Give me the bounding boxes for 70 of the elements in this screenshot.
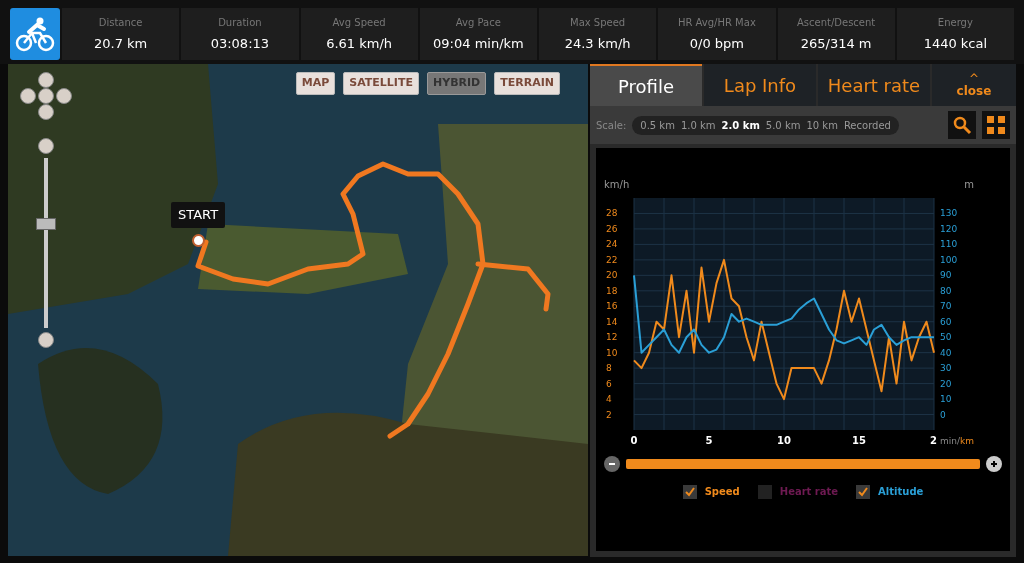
speed-tick: 16 [606,301,618,312]
altitude-tick: 70 [940,301,952,312]
scale-option[interactable]: Recorded [843,117,891,133]
speed-tick: 18 [606,285,618,296]
altitude-axis-label: m [964,179,974,190]
speed-tick: 12 [606,332,618,343]
speed-tick: 22 [606,254,618,265]
altitude-tick: 80 [940,285,952,296]
stat-value: 03:08:13 [210,34,270,53]
panel-tab[interactable]: Profile [590,64,702,106]
stat-label: Energy [937,15,973,30]
stat-label: Distance [98,15,143,30]
speed-tick: 8 [606,363,612,374]
altitude-tick: 120 [940,223,958,234]
legend-label: Speed [704,485,740,499]
speed-tick: 28 [606,208,618,219]
start-label: START [171,202,226,228]
scale-label: Scale: [596,118,627,133]
scale-option[interactable]: 10 km [806,117,838,133]
map-type-button[interactable]: MAP [295,72,336,95]
speed-tick: 6 [606,378,612,389]
speed-tick: 14 [606,316,618,327]
stat-label: Ascent/Descent [796,15,876,30]
scale-option[interactable]: 5.0 km [765,117,801,133]
stat-label: Avg Pace [455,15,501,30]
panel-tab[interactable]: Heart rate [818,64,930,106]
altitude-tick: 0 [940,409,946,420]
panel-tab[interactable]: Lap Info [704,64,816,106]
altitude-tick: 110 [940,239,958,250]
stat-value: 265/314 m [800,34,872,53]
stat-label: Max Speed [570,15,626,30]
altitude-tick: 130 [940,208,958,219]
speed-tick: 4 [606,394,612,405]
stat-value: 1440 kcal [923,34,988,53]
stat-label: Avg Speed [332,15,386,30]
stat-value: 0/0 bpm [689,34,744,53]
speed-tick: 20 [606,270,618,281]
speed-tick: 10 [606,347,618,358]
altitude-tick: 90 [940,270,952,281]
altitude-tick: 50 [940,332,952,343]
stat-value: 24.3 km/h [564,34,631,53]
close-button[interactable]: ^ close [932,64,1016,106]
x-unit-label: min/km [940,436,974,446]
distance-tick: 2 [930,435,937,446]
stat-label: HR Avg/HR Max [677,15,756,30]
map-type-button[interactable]: TERRAIN [494,72,560,95]
stat-value: 6.61 km/h [326,34,393,53]
speed-tick: 24 [606,239,618,250]
legend-label: Heart rate [779,485,839,499]
altitude-tick: 40 [940,347,952,358]
speed-tick: 26 [606,223,618,234]
distance-tick: 10 [777,435,791,446]
distance-tick: 15 [852,435,866,446]
map-type-button[interactable]: SATELLITE [343,72,419,95]
speed-axis-label: km/h [604,179,630,190]
stat-label: Duration [218,15,262,30]
distance-tick: 5 [705,435,713,446]
altitude-tick: 10 [940,394,952,405]
altitude-tick: 20 [940,378,952,389]
legend-label: Altitude [878,485,924,499]
scale-option[interactable]: 1.0 km [680,117,716,133]
scale-option[interactable]: 0.5 km [640,117,675,133]
altitude-tick: 60 [940,316,952,327]
speed-tick: 2 [606,409,612,420]
altitude-tick: 30 [940,363,952,374]
scale-option[interactable]: 2.0 km [721,117,760,133]
stat-value: 09:04 min/km [433,34,524,53]
distance-tick: 0 [630,435,638,446]
altitude-tick: 100 [940,254,958,265]
stat-value: 20.7 km [94,34,148,53]
